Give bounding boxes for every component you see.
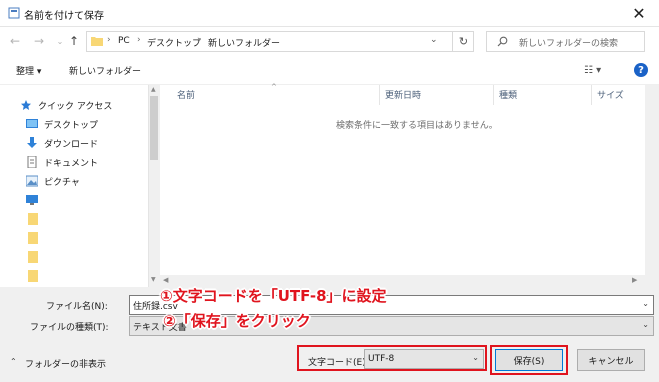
close-button[interactable]: ✕: [627, 3, 651, 23]
tree-item-documents[interactable]: ドキュメント 📌: [26, 153, 168, 171]
file-list-vscroll[interactable]: [645, 85, 659, 275]
search-icon: [497, 36, 508, 47]
up-arrow-icon[interactable]: ↑: [67, 34, 81, 48]
folder-icon[interactable]: [28, 251, 38, 263]
folder-icon[interactable]: [28, 232, 38, 244]
scroll-up-icon[interactable]: ▲: [151, 86, 156, 93]
save-dialog-icon: [8, 7, 20, 19]
hide-folders-toggle[interactable]: フォルダーの非表示: [25, 357, 106, 370]
tree-item-desktop[interactable]: デスクトップ 📌: [26, 115, 168, 133]
download-arrow-icon: [27, 137, 37, 148]
cancel-button[interactable]: キャンセル: [577, 349, 645, 371]
tree-item-label: ダウンロード: [44, 139, 99, 150]
chevron-down-icon[interactable]: ⌄: [642, 299, 649, 308]
chevron-down-icon[interactable]: ⌄: [642, 320, 649, 329]
view-options-icon[interactable]: ☷ ▾: [584, 65, 601, 76]
column-date[interactable]: 更新日時: [385, 88, 421, 101]
back-arrow-icon[interactable]: ←: [8, 34, 22, 48]
folder-icon[interactable]: [28, 270, 38, 282]
recent-dropdown-icon[interactable]: ⌄: [53, 34, 67, 48]
breadcrumb-separator: ›: [137, 35, 141, 45]
column-type[interactable]: 種類: [499, 88, 517, 101]
encoding-select[interactable]: UTF-8 ⌄: [364, 349, 484, 369]
scroll-left-icon[interactable]: ◀: [163, 276, 168, 284]
tree-item-downloads[interactable]: ダウンロード 📌: [26, 134, 168, 152]
annotation-step-1: ①文字コードを「UTF-8」に設定: [160, 287, 387, 305]
breadcrumb-pc[interactable]: PC: [118, 36, 130, 46]
empty-message: 検索条件に一致する項目はありません。: [336, 121, 498, 131]
column-size[interactable]: サイズ: [597, 88, 624, 101]
folder-icon: [91, 37, 103, 46]
tree-item-monitor[interactable]: 📌: [26, 191, 168, 209]
scrollbar-thumb[interactable]: [150, 96, 158, 160]
save-button[interactable]: 保存(S): [495, 349, 563, 371]
new-folder-button[interactable]: 新しいフォルダー: [69, 64, 141, 77]
tree-item-label: ドキュメント: [44, 158, 99, 169]
column-name[interactable]: 名前: [177, 88, 195, 101]
search-placeholder[interactable]: 新しいフォルダーの検索: [519, 36, 618, 49]
scroll-down-icon[interactable]: ▼: [151, 276, 156, 283]
filename-label: ファイル名(N):: [46, 302, 108, 312]
window-title: 名前を付けて保存: [24, 11, 104, 22]
star-icon: [21, 100, 31, 110]
filetype-label: ファイルの種類(T):: [30, 323, 109, 333]
encoding-value: UTF-8: [368, 354, 395, 364]
tree-item-label: デスクトップ: [44, 120, 99, 131]
tree-item-label: クイック アクセス: [38, 101, 113, 112]
chevron-down-icon[interactable]: ⌄: [472, 353, 479, 362]
breadcrumb-new-folder[interactable]: 新しいフォルダー: [208, 36, 280, 49]
picture-icon: [26, 175, 38, 187]
column-divider[interactable]: [379, 85, 380, 105]
document-icon: [27, 156, 37, 168]
encoding-label: 文字コード(E):: [308, 358, 369, 368]
column-divider[interactable]: [493, 85, 494, 105]
desktop-icon: [26, 119, 38, 128]
breadcrumb-separator: ›: [197, 35, 201, 45]
organize-button[interactable]: 整理 ▾: [16, 64, 41, 77]
refresh-icon[interactable]: ↻: [452, 31, 474, 52]
monitor-icon: [26, 195, 38, 205]
scroll-right-icon[interactable]: ▶: [632, 276, 637, 284]
breadcrumb-desktop[interactable]: デスクトップ: [147, 36, 201, 49]
address-dropdown-icon[interactable]: ⌄: [430, 35, 438, 45]
sort-indicator-icon: ^: [271, 83, 277, 91]
chevron-up-icon[interactable]: ⌃: [10, 357, 17, 366]
tree-item-pictures[interactable]: ピクチャ 📌: [26, 172, 168, 190]
tree-item-quick-access[interactable]: クイック アクセス: [20, 96, 162, 114]
column-divider[interactable]: [591, 85, 592, 105]
folder-icon[interactable]: [28, 213, 38, 225]
breadcrumb-separator: ›: [107, 35, 111, 45]
tree-item-label: ピクチャ: [44, 177, 80, 188]
help-icon[interactable]: ?: [634, 63, 648, 77]
forward-arrow-icon[interactable]: →: [32, 34, 46, 48]
file-list[interactable]: [160, 85, 659, 287]
annotation-step-2: ②「保存」をクリック: [163, 312, 311, 330]
